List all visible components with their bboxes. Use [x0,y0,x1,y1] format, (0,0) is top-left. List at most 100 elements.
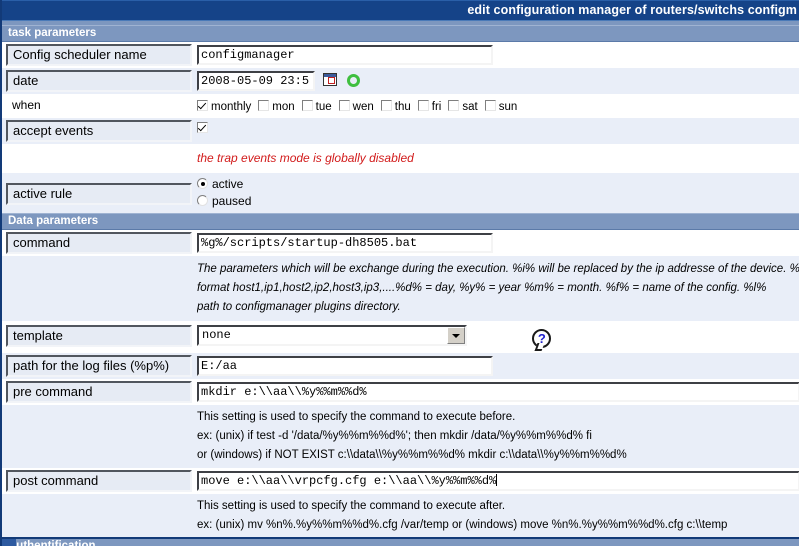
label-cell-active-rule: active rule [2,173,192,207]
scheduler-name-input[interactable]: configmanager [197,45,493,65]
checkbox-monthly-icon[interactable] [197,100,208,111]
bottom-divider [2,537,799,539]
when-option-tue[interactable]: tue [301,100,332,113]
field-cell-command-help: The parameters which will be exchange du… [192,256,799,321]
label-template: template [6,325,192,347]
when-option-sat[interactable]: sat [448,100,478,113]
when-option-wen[interactable]: wen [338,100,374,113]
field-cell-active-rule: active paused [192,173,799,213]
row-post-command-help: This setting is used to specify the comm… [2,493,799,538]
checkbox-tue-icon[interactable] [301,100,313,111]
label-command: command [6,232,192,254]
command-help-line-3: path to configmanager plugins directory. [197,301,401,313]
pre-command-help-line-3: or (windows) if NOT EXIST c:\\data\\%y%%… [197,448,627,461]
post-command-help-line-2: ex: (unix) mv %n%.%y%%m%%d%.cfg /var/tem… [197,518,728,531]
label-log-path: path for the log files (%p%) [6,354,192,377]
field-cell-when: monthly mon tue wen thu fri sat sun [192,94,799,118]
checkbox-thu-icon[interactable] [380,100,392,111]
row-pre-command: pre command mkdir e:\\aa\\%y%%m%%d% [2,378,799,405]
row-scheduler-name: Config scheduler name configmanager [2,42,799,68]
field-cell-accept-events [192,118,799,138]
post-command-input[interactable]: move e:\\aa\\vrpcfg.cfg e:\\aa\\%y%%m%%d… [197,470,799,491]
radio-label-paused: paused [212,194,252,208]
label-pre-command: pre command [6,380,192,403]
command-help-line-1: The parameters which will be exchange du… [197,263,799,275]
field-cell-post-command-help: This setting is used to specify the comm… [192,494,799,538]
radio-option-paused[interactable]: paused [197,193,799,210]
date-input[interactable]: 2008-05-09 23:5 [197,71,315,91]
row-active-rule: active rule active paused [2,173,799,213]
label-cell-when: when [2,94,192,116]
when-option-sun[interactable]: sun [484,100,518,113]
checkbox-mon-icon[interactable] [258,100,270,111]
checkbox-sat-icon[interactable] [448,100,460,111]
checkbox-sun-icon[interactable] [484,100,496,111]
when-option-monthly[interactable]: monthly [197,100,251,113]
label-scheduler-name: Config scheduler name [6,44,192,66]
checkbox-wen-icon[interactable] [338,100,350,111]
when-label-fri: fri [431,101,442,113]
row-date: date 2008-05-09 23:5 [2,68,799,94]
label-cell-post-command-help [2,494,192,538]
when-option-fri[interactable]: fri [417,100,442,113]
field-cell-date: 2008-05-09 23:5 [192,68,799,94]
label-cell-pre-command: pre command [2,379,192,405]
chevron-down-icon[interactable] [447,327,465,344]
window-title-bar: edit configuration manager of routers/sw… [2,0,799,21]
row-command-help: The parameters which will be exchange du… [2,256,799,321]
label-when: when [12,98,41,112]
command-input[interactable]: %g%/scripts/startup-dh8505.bat [197,233,493,253]
when-option-mon[interactable]: mon [258,100,295,113]
when-label-monthly: monthly [211,101,252,113]
row-log-path: path for the log files (%p%) E:/aa [2,352,799,379]
when-option-thu[interactable]: thu [380,100,411,113]
pre-command-help-line-2: ex: (unix) if test -d '/data/%y%%m%%d%';… [197,429,592,442]
help-icon[interactable]: ? [532,328,552,348]
command-help-line-2: format host1,ip1,host2,ip2,host3,ip3,...… [197,282,767,294]
config-manager-page: edit configuration manager of routers/sw… [0,0,799,546]
radio-paused-icon[interactable] [197,195,208,206]
when-label-sat: sat [462,101,478,113]
label-cell-post-command: post command [2,468,192,494]
template-select[interactable]: none [197,325,467,346]
field-cell-trap-warning: the trap events mode is globally disable… [192,144,799,173]
label-cell-trap-warning [2,144,192,173]
checkbox-accept-events-icon[interactable] [197,122,208,133]
label-post-command: post command [6,469,192,492]
field-cell-template: none ? [192,321,799,353]
label-cell-template: template [2,321,192,349]
checkbox-fri-icon[interactable] [417,100,429,111]
when-label-mon: mon [272,101,295,113]
label-cell-pre-command-help [2,405,192,468]
pre-command-help-line-1: This setting is used to specify the comm… [197,410,516,423]
section-title-task: task parameters [8,27,97,39]
section-header-data-parameters: Data parameters [2,213,799,230]
log-path-input[interactable]: E:/aa [197,355,493,376]
field-cell-log-path: E:/aa [192,353,799,379]
row-when: when monthly mon tue wen thu fri sat sun [2,94,799,118]
bottom-left-tab [2,539,16,546]
field-cell-post-command: move e:\\aa\\vrpcfg.cfg e:\\aa\\%y%%m%%d… [192,468,799,494]
template-select-value: none [202,328,231,342]
field-cell-pre-command-help: This setting is used to specify the comm… [192,405,799,468]
field-cell-scheduler-name: configmanager [192,42,799,68]
label-cell-accept-events: accept events [2,118,192,144]
label-cell-log-path: path for the log files (%p%) [2,353,192,379]
radio-option-active[interactable]: active [197,176,799,193]
label-cell-date: date [2,68,192,94]
pre-command-input[interactable]: mkdir e:\\aa\\%y%%m%%d% [197,381,799,402]
row-post-command: post command move e:\\aa\\vrpcfg.cfg e:\… [2,467,799,494]
calendar-icon[interactable] [323,73,338,87]
radio-active-icon[interactable] [197,178,208,189]
section-title-auth: Authentification [8,539,96,546]
label-accept-events: accept events [6,120,192,142]
section-header-task-parameters: task parameters [2,25,799,42]
when-label-sun: sun [498,101,518,113]
label-active-rule: active rule [6,183,192,205]
field-cell-command: %g%/scripts/startup-dh8505.bat [192,230,799,256]
when-label-thu: thu [394,101,411,113]
section-title-data: Data parameters [8,215,99,227]
refresh-icon[interactable] [346,74,360,88]
label-cell-command: command [2,230,192,256]
when-label-tue: tue [315,101,332,113]
